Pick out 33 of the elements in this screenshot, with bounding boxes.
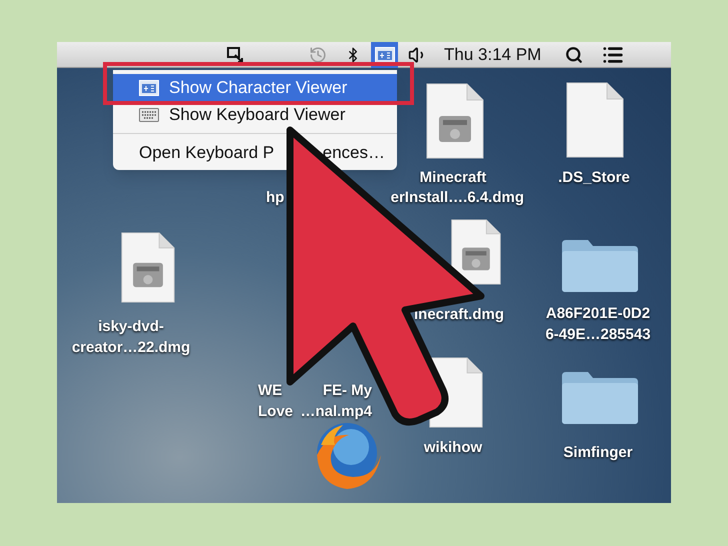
document-file-icon[interactable] <box>565 80 625 160</box>
file-label: erInstall….6.4.dmg <box>390 188 524 208</box>
file-label: isky-dvd- <box>98 317 164 337</box>
keyboard-icon <box>139 108 159 122</box>
file-label: …nal.mp4 <box>300 402 372 422</box>
display-icon[interactable] <box>227 46 243 62</box>
file-label: Minecraft <box>420 168 486 188</box>
file-label: creator…22.dmg <box>72 338 190 358</box>
search-icon[interactable] <box>565 46 584 64</box>
menu-item-label: Show Keyboard Viewer <box>169 104 346 126</box>
disk-image-file-icon[interactable] <box>425 82 485 160</box>
file-label: A86F201E-0D2 <box>546 304 650 324</box>
menu-bar-clock[interactable]: Thu 3:14 PM <box>444 42 542 68</box>
file-label: Love <box>258 402 294 422</box>
menu-item[interactable]: Show Keyboard Viewer <box>113 101 397 128</box>
history-icon[interactable] <box>309 46 327 64</box>
menu-item[interactable]: Show Character Viewer <box>113 74 397 101</box>
menu-item-label: ences… <box>322 142 385 164</box>
file-label: WE <box>258 381 282 401</box>
file-label: .DS_Store <box>558 168 630 188</box>
file-label: FE- My <box>322 381 372 401</box>
file-label: hp <box>266 188 284 208</box>
file-label: Simfinger <box>563 443 633 463</box>
menu-item[interactable]: Open Keyboard P ences… <box>113 139 397 166</box>
file-label: wikihow <box>424 438 482 458</box>
character-viewer-icon <box>139 80 159 96</box>
folder-icon[interactable] <box>560 238 640 293</box>
file-label: 6-49E…285543 <box>545 325 651 345</box>
folder-icon[interactable] <box>560 370 640 425</box>
character-viewer-icon <box>374 46 394 62</box>
menu-item-label: Show Character Viewer <box>169 76 348 99</box>
menu-item-label: Open Keyboard P <box>139 142 274 164</box>
file-label: inecraft.dmg <box>414 305 504 325</box>
